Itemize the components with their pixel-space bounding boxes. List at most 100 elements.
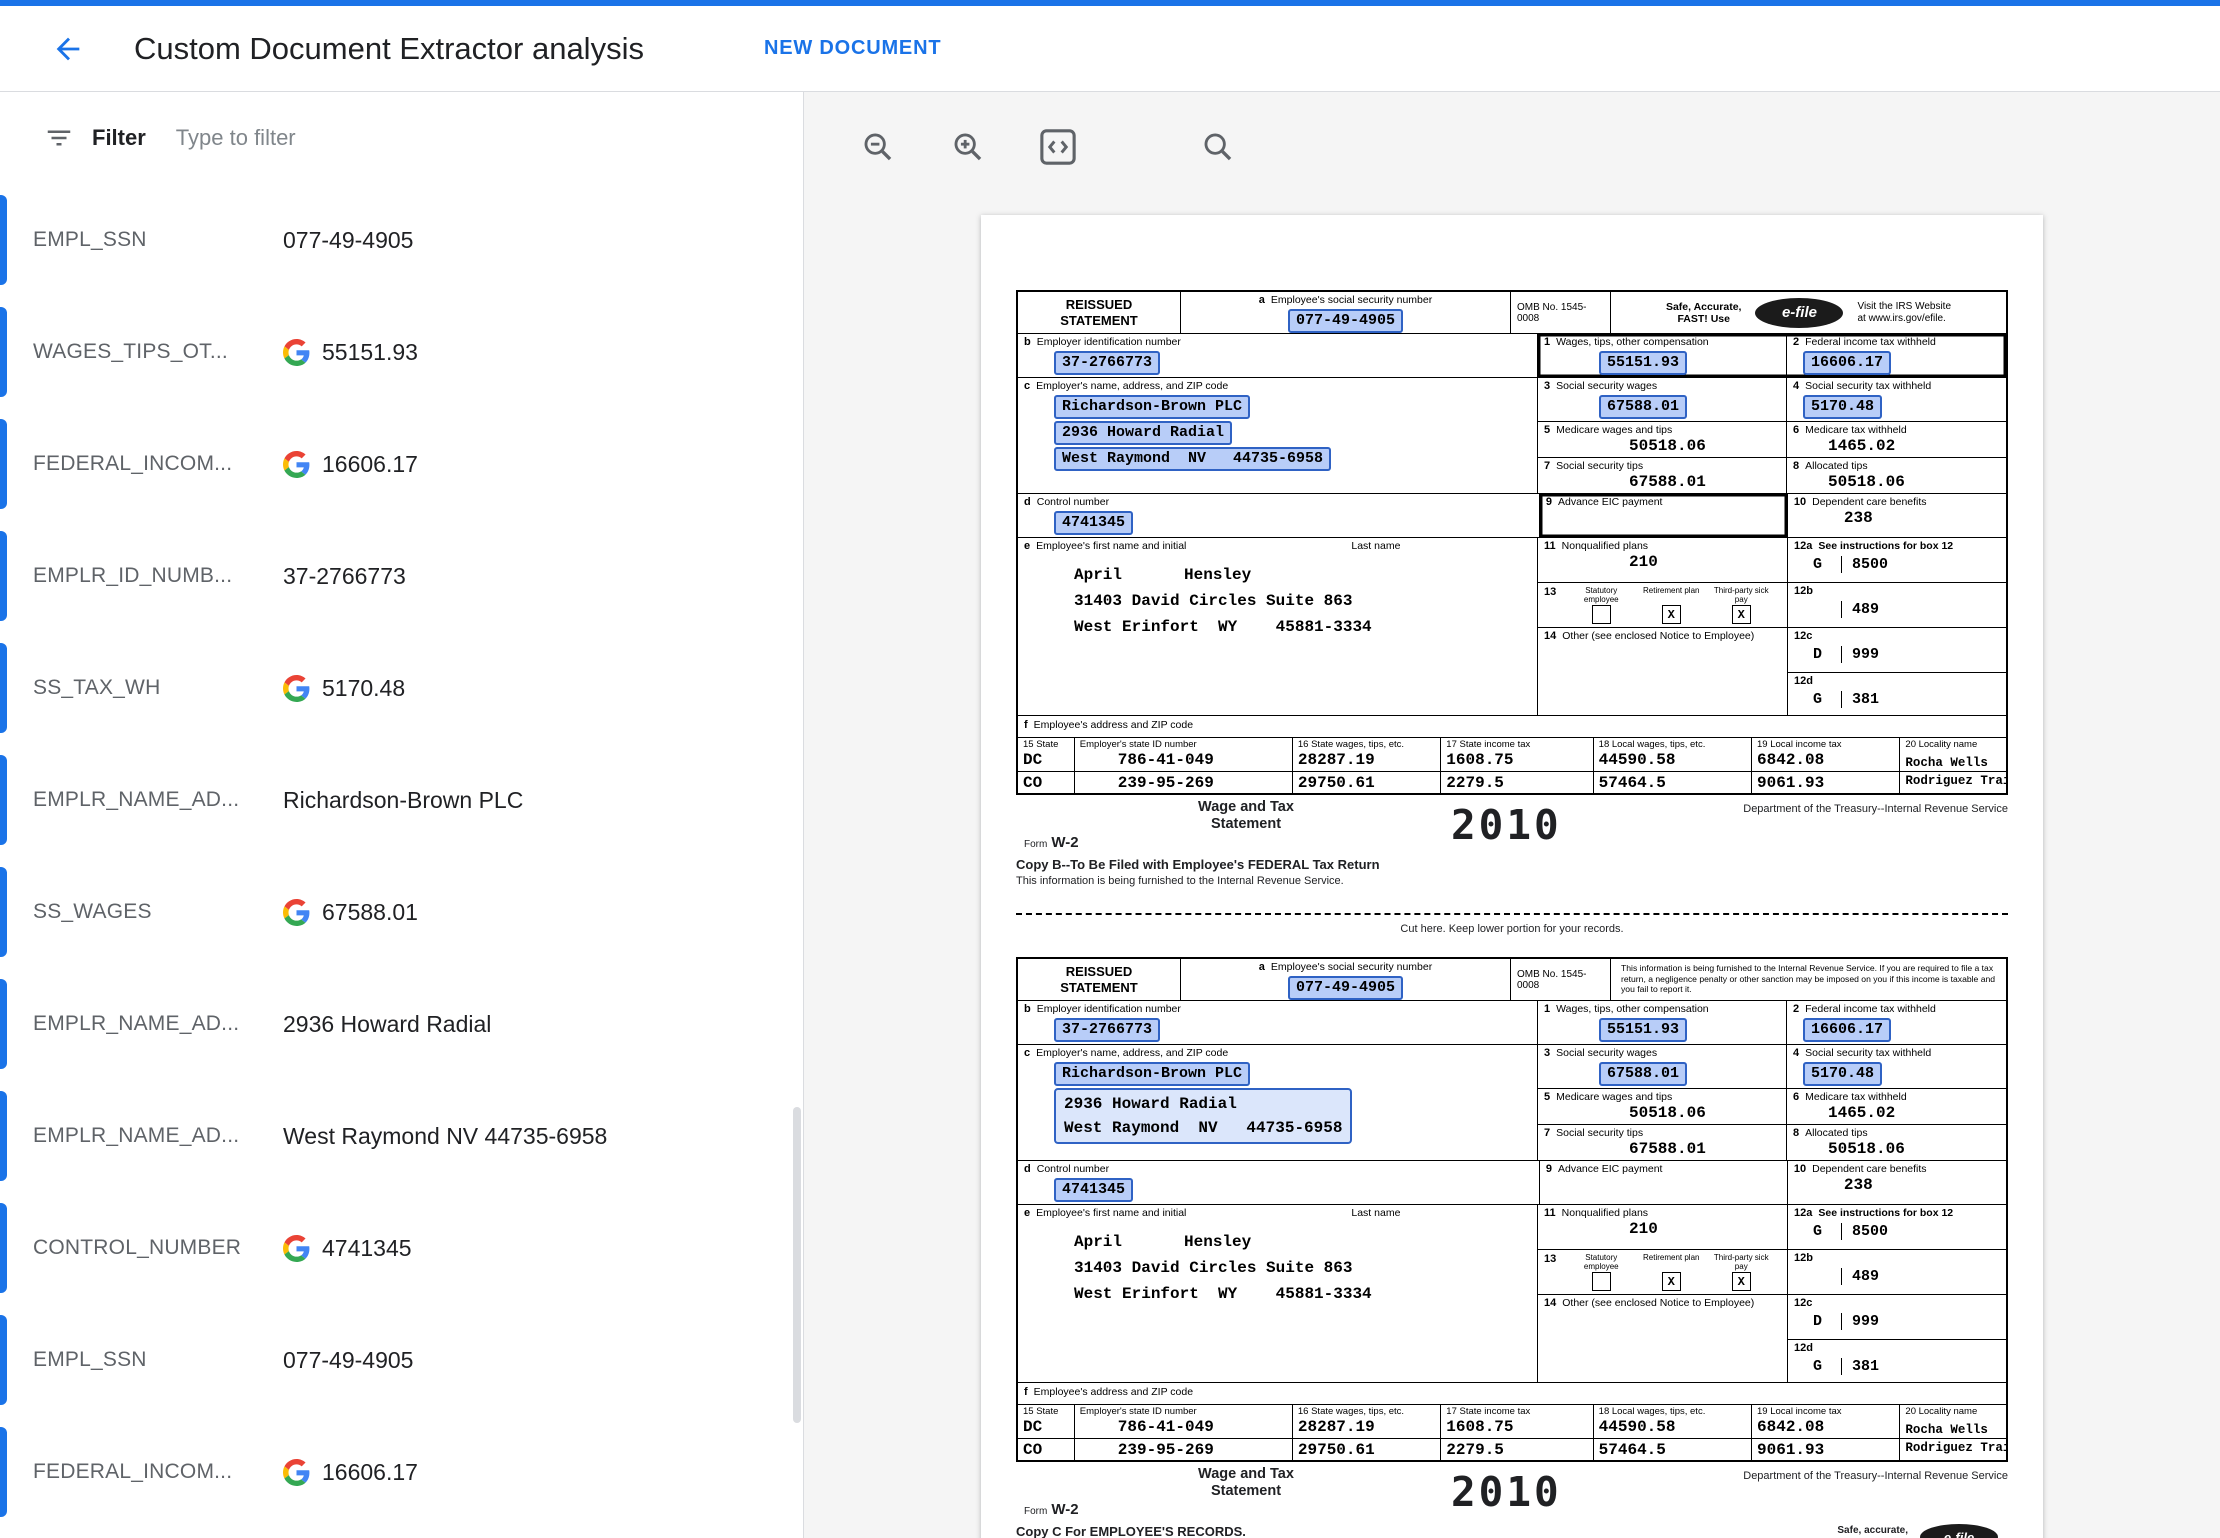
field-value: 37-2766773 — [283, 563, 406, 590]
w2-box-a: aEmployee's social security number 077-4… — [1181, 292, 1511, 333]
field-row-empl-ssn[interactable]: EMPL_SSN 077-49-4905 — [0, 184, 803, 296]
w2-box-12d: 12d G381 — [1788, 673, 2006, 715]
w2-box-d: dControl number 4741345 — [1018, 494, 1540, 537]
new-document-button[interactable]: NEW DOCUMENT — [764, 37, 941, 60]
employer-name-highlight[interactable]: Richardson-Brown PLC — [1054, 1062, 1250, 1086]
field-value: 55151.93 — [283, 339, 418, 366]
ss-wages-highlight[interactable]: 67588.01 — [1599, 1062, 1687, 1086]
w2-state-table-row-1: 15 StateDC Employer's state ID number786… — [1018, 738, 2006, 772]
bounding-box-icon — [1036, 125, 1080, 169]
field-row-federal-income[interactable]: FEDERAL_INCOM... 16606.17 — [0, 408, 803, 520]
w2-box-1: 1Wages, tips, other compensation 55151.9… — [1538, 1001, 1787, 1044]
copy-designation: Copy C For EMPLOYEE'S RECORDS. (See encl… — [1016, 1524, 2008, 1538]
corner-block: Safe, Accurate, FAST! Use e-file Visit t… — [1611, 292, 2006, 333]
control-number-highlight[interactable]: 4741345 — [1054, 1178, 1133, 1202]
field-row-employer-addr1[interactable]: EMPLR_NAME_AD... 2936 Howard Radial — [0, 968, 803, 1080]
w2-box-3: 3Social security wages 67588.01 — [1538, 378, 1787, 421]
copy-designation: Copy B--To Be Filed with Employee's FEDE… — [1016, 857, 2008, 887]
back-button[interactable] — [44, 25, 92, 73]
ss-wages-highlight[interactable]: 67588.01 — [1599, 395, 1687, 419]
google-icon — [283, 899, 310, 926]
ssn-highlight[interactable]: 077-49-4905 — [1288, 976, 1403, 1000]
field-row-ss-wages[interactable]: SS_WAGES 67588.01 — [0, 856, 803, 968]
field-value: 077-49-4905 — [283, 227, 413, 254]
efile-logo: e-file — [1920, 1524, 1998, 1538]
google-icon — [283, 1235, 310, 1262]
w2-box-8: 8Allocated tips 50518.06 — [1787, 458, 2006, 493]
field-row-control-number[interactable]: CONTROL_NUMBER 4741345 — [0, 1192, 803, 1304]
row-accent-bar — [0, 419, 7, 509]
employee-address-line1: 31403 David Circles Suite 863 — [1024, 592, 1531, 610]
statutory-checkbox[interactable] — [1592, 1272, 1611, 1291]
google-icon — [283, 451, 310, 478]
zoom-in-button[interactable] — [944, 123, 992, 171]
zoom-out-button[interactable] — [854, 123, 902, 171]
thirdparty-checkbox[interactable]: X — [1732, 605, 1751, 624]
w2-box-11: 11Nonqualified plans 210 — [1538, 538, 1787, 583]
search-button[interactable] — [1194, 123, 1242, 171]
ss-tax-highlight[interactable]: 5170.48 — [1803, 395, 1882, 419]
field-row-federal-income-2[interactable]: FEDERAL_INCOM... 16606.17 — [0, 1416, 803, 1528]
google-icon — [283, 1459, 310, 1486]
bounding-box-toggle[interactable] — [1034, 123, 1082, 171]
field-label: EMPLR_ID_NUMB... — [33, 564, 283, 588]
efile-footer-block: Safe, accurate, FAST! Use e-file — [1837, 1524, 1998, 1538]
retirement-checkbox[interactable]: X — [1662, 1272, 1681, 1291]
corner-block: This information is being furnished to t… — [1611, 959, 2006, 1000]
wages-highlight[interactable]: 55151.93 — [1599, 351, 1687, 375]
zoom-in-icon — [951, 130, 985, 164]
row-accent-bar — [0, 979, 7, 1069]
w2-box-6: 6Medicare tax withheld 1465.02 — [1787, 1089, 2006, 1124]
row-accent-bar — [0, 1315, 7, 1405]
tax-year: 2010 — [1451, 1468, 1562, 1516]
statutory-checkbox[interactable] — [1592, 605, 1611, 624]
document-page: REISSUED STATEMENT aEmployee's social se… — [981, 215, 2043, 1538]
app-header: Custom Document Extractor analysis NEW D… — [0, 6, 2220, 92]
row-accent-bar — [0, 755, 7, 845]
employer-addr1-highlight[interactable]: 2936 Howard Radial — [1054, 421, 1232, 445]
filter-icon — [44, 123, 74, 153]
w2-box-1: 1Wages, tips, other compensation 55151.9… — [1538, 334, 1787, 377]
employer-address-highlight[interactable]: 2936 Howard Radial West Raymond NV 44735… — [1054, 1088, 1352, 1144]
w2-box-d: dControl number 4741345 — [1018, 1161, 1540, 1204]
field-label: EMPLR_NAME_AD... — [33, 788, 283, 812]
back-arrow-icon — [51, 32, 85, 66]
field-row-employer-name[interactable]: EMPLR_NAME_AD... Richardson-Brown PLC — [0, 744, 803, 856]
w2-box-10: 10Dependent care benefits 238 — [1788, 1161, 2006, 1204]
ss-tax-highlight[interactable]: 5170.48 — [1803, 1062, 1882, 1086]
employer-addr2-highlight[interactable]: West Raymond NV 44735-6958 — [1054, 447, 1331, 471]
field-label: EMPLR_NAME_AD... — [33, 1124, 283, 1148]
federal-tax-highlight[interactable]: 16606.17 — [1803, 1018, 1891, 1042]
field-row-employer-id[interactable]: EMPLR_ID_NUMB... 37-2766773 — [0, 520, 803, 632]
ein-highlight[interactable]: 37-2766773 — [1054, 1018, 1160, 1042]
employer-name-highlight[interactable]: Richardson-Brown PLC — [1054, 395, 1250, 419]
wages-highlight[interactable]: 55151.93 — [1599, 1018, 1687, 1042]
thirdparty-checkbox[interactable]: X — [1732, 1272, 1751, 1291]
w2-box-e: eEmployee's first name and initial Last … — [1018, 538, 1538, 715]
field-value: 16606.17 — [283, 451, 418, 478]
field-value: 5170.48 — [283, 675, 405, 702]
filter-input[interactable] — [174, 124, 674, 152]
w2-box-6: 6Medicare tax withheld 1465.02 — [1787, 422, 2006, 457]
field-label: SS_WAGES — [33, 900, 283, 924]
field-label: EMPL_SSN — [33, 228, 283, 252]
field-value: Richardson-Brown PLC — [283, 787, 523, 814]
w2-box-13: 13 Statutory employee Retirement planX T… — [1538, 583, 1787, 628]
federal-tax-highlight[interactable]: 16606.17 — [1803, 351, 1891, 375]
department-text: Department of the Treasury--Internal Rev… — [1743, 1470, 2008, 1482]
google-icon — [283, 339, 310, 366]
field-row-employer-addr2[interactable]: EMPLR_NAME_AD... West Raymond NV 44735-6… — [0, 1080, 803, 1192]
field-row-empl-ssn-2[interactable]: EMPL_SSN 077-49-4905 — [0, 1304, 803, 1416]
scrollbar-thumb[interactable] — [793, 1107, 801, 1423]
retirement-checkbox[interactable]: X — [1662, 605, 1681, 624]
control-number-highlight[interactable]: 4741345 — [1054, 511, 1133, 535]
employee-address-line1: 31403 David Circles Suite 863 — [1024, 1259, 1531, 1277]
page-title: Custom Document Extractor analysis — [134, 31, 644, 67]
w2-footer: FormW-2 Wage and TaxStatement 2010 Depar… — [1016, 1466, 2008, 1524]
w2-box-3: 3Social security wages 67588.01 — [1538, 1045, 1787, 1088]
field-row-ss-tax-wh[interactable]: SS_TAX_WH 5170.48 — [0, 632, 803, 744]
field-row-wages-tips[interactable]: WAGES_TIPS_OT... 55151.93 — [0, 296, 803, 408]
ssn-highlight[interactable]: 077-49-4905 — [1288, 309, 1403, 333]
ein-highlight[interactable]: 37-2766773 — [1054, 351, 1160, 375]
fields-list: EMPL_SSN 077-49-4905 WAGES_TIPS_OT... 55… — [0, 184, 803, 1528]
